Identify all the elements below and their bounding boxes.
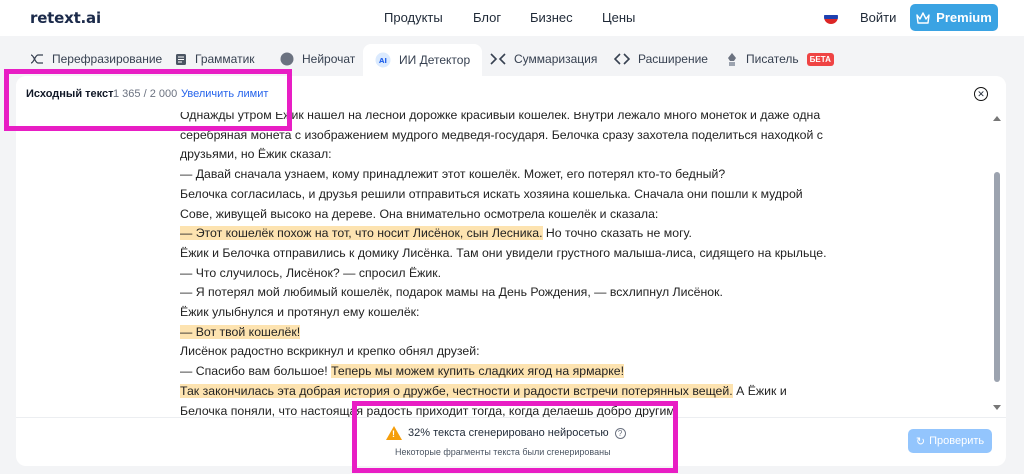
text-line: — Спасибо вам большое! Теперь мы можем к…: [180, 362, 830, 382]
tab-label: Грамматик: [195, 52, 255, 66]
text-fragment: друзьями, но Ёжик сказал:: [180, 147, 332, 162]
tab-expansion[interactable]: Расширение: [614, 44, 708, 74]
text-line: — Вот твой кошелёк!: [180, 323, 830, 343]
text-fragment: Ёжик улыбнулся и протянул ему кошелёк:: [180, 305, 420, 320]
ai-highlighted-fragment: Так закончилась эта добрая история о дру…: [180, 383, 733, 398]
text-fragment: — Давай сначала узнаем, кому принадлежит…: [180, 167, 726, 182]
text-line: Ёжик улыбнулся и протянул ему кошелёк:: [180, 303, 830, 323]
text-line: — Я потерял мой любимый кошелёк, подарок…: [180, 283, 830, 303]
text-fragment: Белочка согласилась, и друзья решили отп…: [180, 186, 803, 201]
text-line: Так закончилась эта добрая история о дру…: [180, 382, 830, 402]
login-link[interactable]: Войти: [860, 10, 896, 25]
tab-writer[interactable]: Писатель БЕТА: [726, 44, 834, 74]
text-line: друзьями, но Ёжик сказал:: [180, 145, 830, 165]
tab-label: Нейрочат: [302, 52, 356, 66]
ai-highlighted-fragment: — Вот твой кошелёк!: [180, 324, 301, 339]
nav-prices[interactable]: Цены: [602, 10, 635, 25]
clear-text-button[interactable]: ✕: [974, 87, 988, 101]
check-button[interactable]: ↻ Проверить: [908, 429, 992, 453]
text-fragment: А Ёжик и: [732, 383, 787, 398]
text-line: — Этот кошелёк похож на тот, что носит Л…: [180, 224, 830, 244]
text-line: — Что случилось, Лисёнок? — спросил Ёжик…: [180, 264, 830, 284]
ai-detector-icon: AI: [375, 52, 391, 68]
ai-highlighted-fragment: Теперь мы можем купить сладких ягод на я…: [331, 364, 624, 379]
text-fragment: Ёжик и Белочка отправились к домику Лисё…: [180, 245, 827, 260]
logo[interactable]: retext.ai: [30, 9, 101, 27]
scroll-down-arrow-icon[interactable]: [993, 405, 1001, 410]
annotation-box-result: [352, 401, 678, 473]
scroll-up-arrow-icon[interactable]: [993, 116, 1001, 121]
tab-label: Расширение: [638, 52, 708, 66]
text-line: — Давай сначала узнаем, кому принадлежит…: [180, 165, 830, 185]
refresh-icon: ↻: [915, 435, 926, 448]
tab-ai-detector[interactable]: AI ИИ Детектор: [363, 44, 483, 76]
nav-business[interactable]: Бизнес: [530, 10, 573, 25]
top-header: retext.ai Продукты Блог Бизнес Цены Войт…: [0, 0, 1024, 36]
tab-summarization[interactable]: Суммаризация: [490, 44, 597, 74]
close-icon: ✕: [977, 88, 985, 99]
grammar-icon: [176, 53, 186, 65]
scrollbar-thumb[interactable]: [994, 172, 1000, 382]
tab-label: Перефразирование: [52, 52, 163, 66]
text-fragment: — Что случилось, Лисёнок? — спросил Ёжик…: [180, 265, 442, 280]
text-line: Ёжик и Белочка отправились к домику Лисё…: [180, 244, 830, 264]
tab-label: ИИ Детектор: [399, 53, 471, 67]
nav-blog[interactable]: Блог: [473, 10, 501, 25]
check-button-label: Проверить: [929, 435, 985, 447]
text-fragment: — Я потерял мой любимый кошелёк, подарок…: [180, 285, 723, 300]
expand-icon: [614, 53, 630, 65]
language-flag-icon[interactable]: [824, 10, 838, 24]
text-line: Сове, живущей высоко на дереве. Она вним…: [180, 205, 830, 225]
ai-highlighted-fragment: — Этот кошелёк похож на тот, что носит Л…: [180, 226, 543, 241]
text-fragment: Но точно сказать не могу.: [542, 226, 692, 241]
tab-label: Писатель: [746, 52, 799, 66]
paraphrase-icon: [30, 54, 43, 64]
writer-icon: [728, 52, 736, 66]
text-line: Белочка согласилась, и друзья решили отп…: [180, 185, 830, 205]
chat-icon: [280, 52, 294, 66]
beta-badge: БЕТА: [806, 52, 834, 66]
source-text-area[interactable]: Однажды утром Ёжик нашёл на лесной дорож…: [180, 106, 830, 424]
text-line: Лисёнок радостно вскрикнул и крепко обня…: [180, 342, 830, 362]
tab-label: Суммаризация: [514, 52, 598, 66]
annotation-box-source: [4, 69, 292, 131]
text-fragment: Сове, живущей высоко на дереве. Она вним…: [180, 206, 659, 221]
premium-button[interactable]: Premium: [910, 4, 998, 31]
summarize-icon: [490, 53, 506, 65]
text-fragment: Лисёнок радостно вскрикнул и крепко обня…: [180, 344, 480, 359]
text-fragment: — Спасибо вам большое!: [180, 364, 332, 379]
premium-label: Premium: [936, 10, 992, 25]
nav-products[interactable]: Продукты: [384, 10, 443, 25]
crown-icon: [916, 11, 930, 24]
svg-text:AI: AI: [379, 57, 387, 65]
